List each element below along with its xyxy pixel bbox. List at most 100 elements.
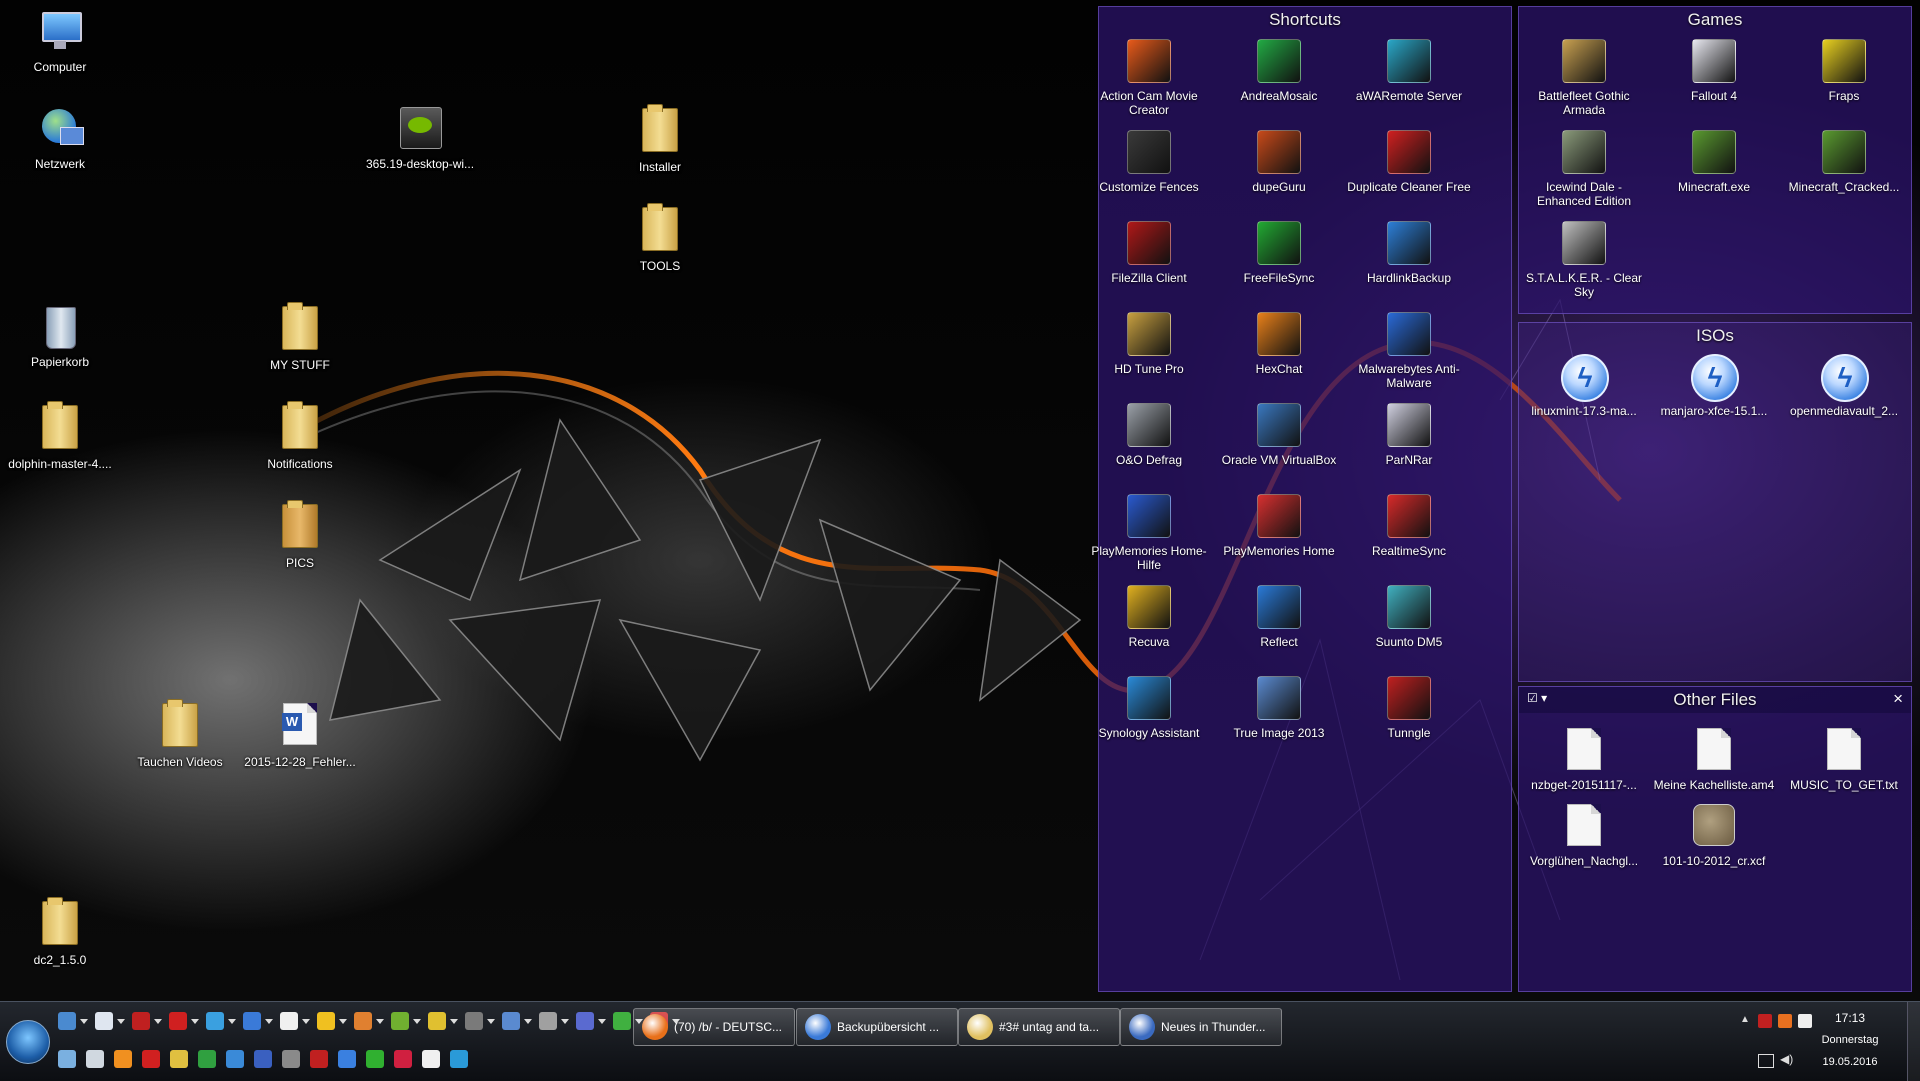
shortcut-item[interactable]: PlayMemories Home-Hilfe <box>1084 492 1214 572</box>
chevron-down-icon[interactable] <box>117 1019 125 1024</box>
iso-item[interactable]: ϟ linuxmint-17.3-ma... <box>1519 353 1649 418</box>
chevron-down-icon[interactable] <box>80 1019 88 1024</box>
shortcut-item[interactable]: PlayMemories Home <box>1214 492 1344 558</box>
quick-launch-icon[interactable] <box>366 1050 384 1068</box>
game-item[interactable]: Battlefleet Gothic Armada <box>1519 37 1649 117</box>
fence-isos[interactable]: ISOs ϟ linuxmint-17.3-ma... ϟ manjaro-xfce-… <box>1518 322 1912 682</box>
quick-launch-icon[interactable] <box>170 1050 188 1068</box>
quick-launch-icon[interactable] <box>465 1012 483 1030</box>
close-icon[interactable]: × <box>1893 690 1903 708</box>
quick-launch-icon[interactable] <box>310 1050 328 1068</box>
desktop-icon-folder[interactable]: TOOLS <box>600 203 720 273</box>
shortcut-item[interactable]: Synology Assistant <box>1084 674 1214 740</box>
quick-launch-icon[interactable] <box>95 1012 113 1030</box>
shortcut-item[interactable]: Customize Fences <box>1084 128 1214 194</box>
shortcut-item[interactable]: Duplicate Cleaner Free <box>1344 128 1474 194</box>
clock-time[interactable]: 17:13 <box>1810 1011 1890 1025</box>
quick-launch-icon[interactable] <box>86 1050 104 1068</box>
shortcut-item[interactable]: Oracle VM VirtualBox <box>1214 401 1344 467</box>
desktop-icon-network[interactable]: Netzwerk <box>0 105 120 171</box>
shortcut-item[interactable]: FreeFileSync <box>1214 219 1344 285</box>
taskbar-button[interactable]: Neues in Thunder... <box>1120 1008 1282 1046</box>
quick-launch-icon[interactable] <box>502 1012 520 1030</box>
chevron-down-icon[interactable] <box>487 1019 495 1024</box>
quick-launch-icon[interactable] <box>613 1012 631 1030</box>
network-tray-icon[interactable] <box>1758 1054 1774 1068</box>
tray-app-icon[interactable] <box>1758 1014 1772 1028</box>
start-button[interactable] <box>6 1020 50 1064</box>
taskbar-button[interactable]: #3# untag and ta... <box>958 1008 1120 1046</box>
iso-item[interactable]: ϟ openmediavault_2... <box>1779 353 1909 418</box>
file-item[interactable]: nzbget-20151117-... <box>1519 725 1649 792</box>
quick-launch-icon[interactable] <box>539 1012 557 1030</box>
desktop-icon-computer[interactable]: Computer <box>0 8 120 74</box>
file-item[interactable]: Vorglühen_Nachgl... <box>1519 801 1649 868</box>
desktop-icon-folder[interactable]: dolphin-master-4.... <box>0 401 120 471</box>
shortcut-item[interactable]: ParNRar <box>1344 401 1474 467</box>
chevron-down-icon[interactable] <box>413 1019 421 1024</box>
chevron-down-icon[interactable] <box>265 1019 273 1024</box>
desktop-icon-folder[interactable]: MY STUFF <box>240 302 360 372</box>
game-item[interactable]: Icewind Dale - Enhanced Edition <box>1519 128 1649 208</box>
quick-launch-icon[interactable] <box>206 1012 224 1030</box>
shortcut-item[interactable]: HexChat <box>1214 310 1344 376</box>
game-item[interactable]: Fraps <box>1779 37 1909 103</box>
quick-launch-icon[interactable] <box>422 1050 440 1068</box>
game-item[interactable]: Fallout 4 <box>1649 37 1779 103</box>
quick-launch-icon[interactable] <box>428 1012 446 1030</box>
shortcut-item[interactable]: AndreaMosaic <box>1214 37 1344 103</box>
chevron-down-icon[interactable] <box>561 1019 569 1024</box>
taskbar-button[interactable]: Backupübersicht ... <box>796 1008 958 1046</box>
shortcut-item[interactable]: Reflect <box>1214 583 1344 649</box>
fence-games[interactable]: Games Battlefleet Gothic Armada Fallout 4… <box>1518 6 1912 314</box>
shortcut-item[interactable]: Suunto DM5 <box>1344 583 1474 649</box>
shortcut-item[interactable]: dupeGuru <box>1214 128 1344 194</box>
quick-launch-icon[interactable] <box>132 1012 150 1030</box>
file-item[interactable]: 101-10-2012_cr.xcf <box>1649 801 1779 868</box>
chevron-down-icon[interactable] <box>191 1019 199 1024</box>
chevron-down-icon[interactable] <box>524 1019 532 1024</box>
file-item[interactable]: MUSIC_TO_GET.txt <box>1779 725 1909 792</box>
shortcut-item[interactable]: RealtimeSync <box>1344 492 1474 558</box>
shortcut-item[interactable]: FileZilla Client <box>1084 219 1214 285</box>
chevron-down-icon[interactable] <box>376 1019 384 1024</box>
quick-launch-icon[interactable] <box>280 1012 298 1030</box>
quick-launch-icon[interactable] <box>450 1050 468 1068</box>
desktop-icon-word-document[interactable]: W 2015-12-28_Fehler... <box>240 700 360 769</box>
quick-launch-icon[interactable] <box>226 1050 244 1068</box>
quick-launch-icon[interactable] <box>391 1012 409 1030</box>
iso-item[interactable]: ϟ manjaro-xfce-15.1... <box>1649 353 1779 418</box>
show-desktop-button[interactable] <box>1907 1002 1920 1081</box>
clock-date[interactable]: 19.05.2016 <box>1810 1056 1890 1068</box>
desktop-icon-folder[interactable]: Notifications <box>240 401 360 471</box>
shortcut-item[interactable]: Malwarebytes Anti-Malware <box>1344 310 1474 390</box>
quick-launch-icon[interactable] <box>58 1050 76 1068</box>
shortcut-item[interactable]: Recuva <box>1084 583 1214 649</box>
shortcut-item[interactable]: Tunngle <box>1344 674 1474 740</box>
quick-launch-icon[interactable] <box>114 1050 132 1068</box>
shortcut-item[interactable]: O&O Defrag <box>1084 401 1214 467</box>
chevron-down-icon[interactable] <box>154 1019 162 1024</box>
game-item[interactable]: Minecraft_Cracked... <box>1779 128 1909 194</box>
taskbar-button[interactable]: (70) /b/ - DEUTSC... <box>633 1008 795 1046</box>
quick-launch-icon[interactable] <box>58 1012 76 1030</box>
game-item[interactable]: Minecraft.exe <box>1649 128 1779 194</box>
chevron-down-icon[interactable] <box>339 1019 347 1024</box>
quick-launch-icon[interactable] <box>576 1012 594 1030</box>
quick-launch-icon[interactable] <box>317 1012 335 1030</box>
shortcut-item[interactable]: True Image 2013 <box>1214 674 1344 740</box>
chevron-down-icon[interactable] <box>302 1019 310 1024</box>
desktop-icon-folder[interactable]: PICS <box>240 500 360 570</box>
chevron-down-icon[interactable] <box>228 1019 236 1024</box>
fence-shortcuts[interactable]: Shortcuts Action Cam Movie Creator Andrea… <box>1091 6 1512 992</box>
desktop-icon-recycle-bin[interactable]: Papierkorb <box>0 303 120 369</box>
quick-launch-icon[interactable] <box>394 1050 412 1068</box>
quick-launch-icon[interactable] <box>282 1050 300 1068</box>
fence-other-files[interactable]: ☑ ▾ Other Files × nzbget-20151117-... Mei… <box>1518 686 1912 992</box>
chevron-down-icon[interactable] <box>450 1019 458 1024</box>
quick-launch-icon[interactable] <box>354 1012 372 1030</box>
quick-launch-icon[interactable] <box>198 1050 216 1068</box>
shortcut-item[interactable]: aWARemote Server <box>1344 37 1474 103</box>
show-hidden-icons-icon[interactable]: ▲ <box>1740 1014 1750 1025</box>
tray-app-icon[interactable] <box>1778 1014 1792 1028</box>
